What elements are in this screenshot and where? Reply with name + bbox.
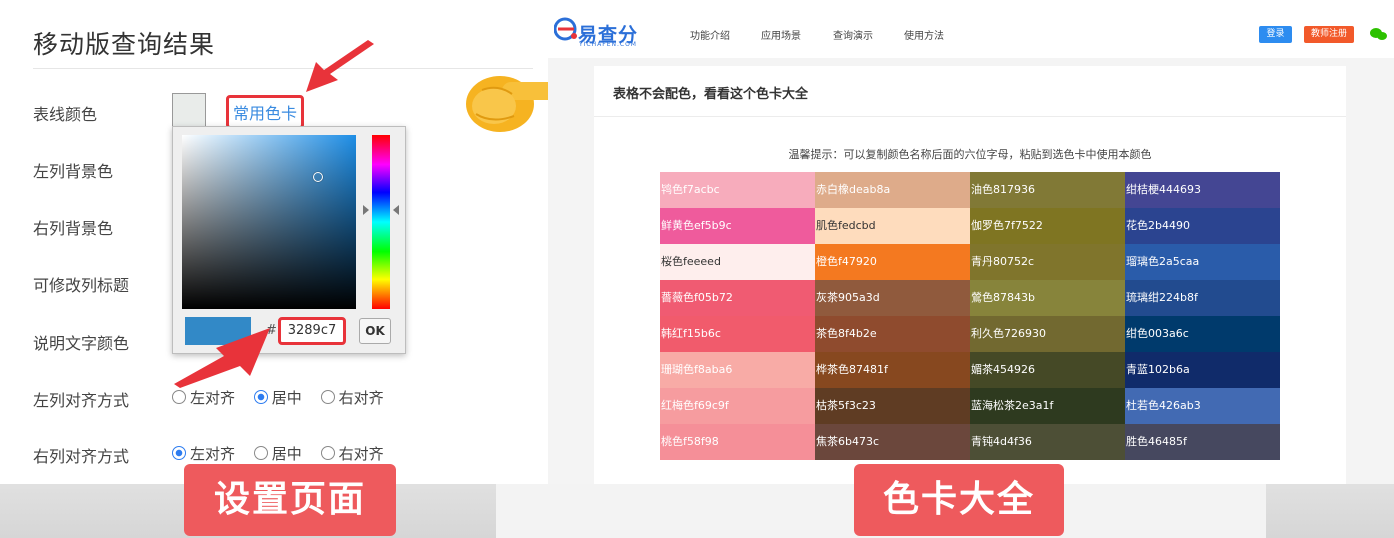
- color-cell[interactable]: 桜色feeeed: [660, 244, 815, 280]
- nav-scenarios[interactable]: 应用场景: [761, 27, 801, 42]
- nav-howto[interactable]: 使用方法: [904, 27, 944, 42]
- right-align-options: 左对齐 居中 右对齐: [172, 443, 398, 464]
- nav-demo[interactable]: 查询演示: [833, 27, 873, 42]
- logo-subtext: YICHAFEN.COM: [579, 41, 637, 48]
- color-card: 表格不会配色，看看这个色卡大全 温馨提示：可以复制颜色名称后面的六位字母，粘贴到…: [594, 66, 1346, 484]
- label-line-color: 表线颜色: [33, 105, 98, 124]
- color-cell[interactable]: 利久色726930: [970, 316, 1125, 352]
- radio-right-align[interactable]: 右对齐: [320, 387, 384, 408]
- color-cell[interactable]: 油色817936: [970, 172, 1125, 208]
- color-cell[interactable]: 赤白橡deab8a: [815, 172, 970, 208]
- label-right-align: 右列对齐方式: [33, 447, 130, 466]
- color-cell[interactable]: 桃色f58f98: [660, 424, 815, 460]
- saturation-value-area[interactable]: [182, 135, 356, 309]
- color-cell[interactable]: 橙色f47920: [815, 244, 970, 280]
- color-cell[interactable]: 鶯色87843b: [970, 280, 1125, 316]
- wechat-icon[interactable]: [1369, 27, 1389, 41]
- color-cell[interactable]: 胜色46485f: [1125, 424, 1280, 460]
- label-left-align: 左列对齐方式: [33, 391, 130, 410]
- radio-left-align[interactable]: 左对齐: [172, 387, 235, 408]
- teacher-register-button[interactable]: 教师注册: [1304, 26, 1354, 43]
- radio-center[interactable]: 居中: [253, 443, 302, 464]
- top-navbar: 易查分 YICHAFEN.COM 功能介绍 应用场景 查询演示 使用方法 登录 …: [548, 0, 1394, 58]
- color-cell[interactable]: 绀桔梗444693: [1125, 172, 1280, 208]
- line-color-swatch[interactable]: [172, 93, 206, 127]
- color-cell[interactable]: 鸨色f7acbc: [660, 172, 815, 208]
- color-cell[interactable]: 韩红f15b6c: [660, 316, 815, 352]
- label-editable-title: 可修改列标题: [33, 276, 130, 295]
- color-cell[interactable]: 枯茶5f3c23: [815, 388, 970, 424]
- radio-left-align[interactable]: 左对齐: [172, 443, 235, 464]
- hue-slider[interactable]: [372, 135, 390, 309]
- color-cell[interactable]: 鲜黄色ef5b9c: [660, 208, 815, 244]
- radio-center[interactable]: 居中: [253, 387, 302, 408]
- label-right-bg: 右列背景色: [33, 219, 114, 238]
- nav-features[interactable]: 功能介绍: [690, 27, 730, 42]
- login-button[interactable]: 登录: [1259, 26, 1292, 43]
- picker-cursor[interactable]: [313, 172, 323, 182]
- color-cell[interactable]: 青钝4d4f36: [970, 424, 1125, 460]
- divider: [594, 116, 1346, 117]
- color-cell[interactable]: 杜若色426ab3: [1125, 388, 1280, 424]
- color-cell[interactable]: 伽罗色7f7522: [970, 208, 1125, 244]
- color-cell[interactable]: 青丹80752c: [970, 244, 1125, 280]
- hue-slider-arrow[interactable]: [363, 205, 369, 215]
- red-arrow-icon: [174, 328, 270, 388]
- color-cell[interactable]: 薔薇色f05b72: [660, 280, 815, 316]
- color-cell[interactable]: 灰茶905a3d: [815, 280, 970, 316]
- label-left-bg: 左列背景色: [33, 162, 114, 181]
- radio-right-align[interactable]: 右对齐: [320, 443, 384, 464]
- tip-text: 温馨提示：可以复制颜色名称后面的六位字母，粘贴到选色卡中使用本颜色: [788, 148, 1152, 161]
- color-cell[interactable]: 珊瑚色f8aba6: [660, 352, 815, 388]
- color-cell[interactable]: 蓝海松茶2e3a1f: [970, 388, 1125, 424]
- color-cell[interactable]: 琉璃绀224b8f: [1125, 280, 1280, 316]
- common-colors-link[interactable]: 常用色卡: [226, 95, 305, 129]
- color-cell[interactable]: 花色2b4490: [1125, 208, 1280, 244]
- color-card-panel: 易查分 YICHAFEN.COM 功能介绍 应用场景 查询演示 使用方法 登录 …: [548, 0, 1394, 484]
- color-cell[interactable]: 肌色fedcbd: [815, 208, 970, 244]
- hex-input[interactable]: 3289c7: [278, 317, 346, 345]
- color-cell[interactable]: 桦茶色87481f: [815, 352, 970, 388]
- red-arrow-icon: [306, 40, 374, 92]
- color-picker: # 3289c7 OK: [172, 126, 406, 354]
- color-cell[interactable]: 青蓝102b6a: [1125, 352, 1280, 388]
- color-cell[interactable]: 媚茶454926: [970, 352, 1125, 388]
- label-note-color: 说明文字颜色: [33, 334, 130, 353]
- color-cell[interactable]: 焦茶6b473c: [815, 424, 970, 460]
- page-title: 移动版查询结果: [33, 30, 216, 59]
- left-align-options: 左对齐 居中 右对齐: [172, 387, 398, 408]
- logo-icon: [554, 17, 577, 41]
- settings-page-tag: 设置页面: [184, 464, 396, 536]
- color-cell[interactable]: 红梅色f69c9f: [660, 388, 815, 424]
- color-cell[interactable]: 瑠璃色2a5caa: [1125, 244, 1280, 280]
- ok-button[interactable]: OK: [359, 318, 391, 344]
- hue-slider-arrow[interactable]: [393, 205, 399, 215]
- card-title: 表格不会配色，看看这个色卡大全: [613, 87, 809, 102]
- color-cell[interactable]: 茶色8f4b2e: [815, 316, 970, 352]
- color-card-tag: 色卡大全: [854, 464, 1064, 536]
- color-cell[interactable]: 绀色003a6c: [1125, 316, 1280, 352]
- divider: [33, 68, 533, 69]
